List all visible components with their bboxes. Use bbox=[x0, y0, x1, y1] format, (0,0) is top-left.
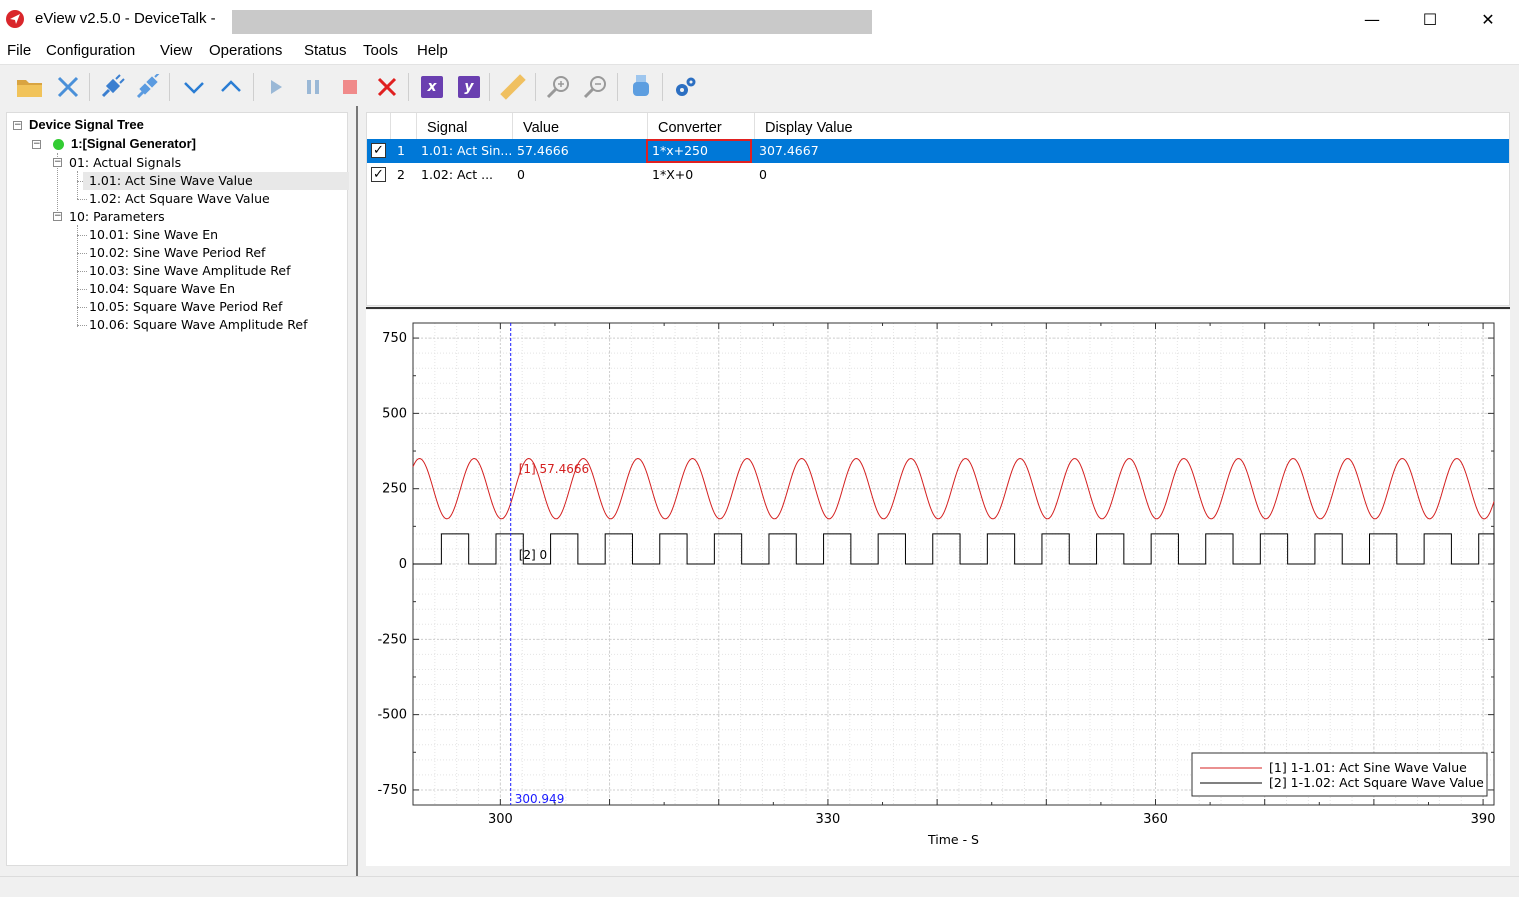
tree-group-parameters[interactable]: 10: Parameters bbox=[69, 208, 165, 226]
maximize-icon: ☐ bbox=[1422, 9, 1438, 29]
app-logo-icon bbox=[6, 10, 24, 28]
x-tick-label: 390 bbox=[1471, 812, 1496, 827]
col-header-check bbox=[367, 113, 391, 139]
close-button[interactable]: ✕ bbox=[1459, 0, 1517, 38]
ruler-icon[interactable] bbox=[499, 73, 527, 101]
maximize-button[interactable]: ☐ bbox=[1401, 0, 1459, 38]
device-signal-tree: − Device Signal Tree − 1:[Signal Generat… bbox=[6, 112, 349, 866]
tree-item-param[interactable]: 10.04: Square Wave En bbox=[89, 280, 235, 298]
settings-gears-icon[interactable] bbox=[672, 73, 700, 101]
x-tick-label: 330 bbox=[816, 812, 841, 827]
device-status-icon bbox=[53, 139, 64, 150]
collapse-device-icon[interactable]: − bbox=[32, 140, 41, 149]
x-tick-label: 300 bbox=[488, 812, 513, 827]
x-axis-icon[interactable]: x bbox=[418, 73, 446, 101]
tree-device[interactable]: 1:[Signal Generator] bbox=[71, 135, 196, 153]
y-tick-label: -750 bbox=[377, 783, 407, 798]
tree-group-actual-signals[interactable]: 01: Actual Signals bbox=[69, 154, 181, 172]
menu-bar: File Configuration View Operations Statu… bbox=[0, 38, 1519, 64]
pause-icon[interactable] bbox=[299, 73, 327, 101]
tree-root-label: Device Signal Tree bbox=[29, 117, 144, 132]
row-display-value: 0 bbox=[759, 167, 767, 182]
row-signal: 1.02: Act ... bbox=[421, 167, 494, 182]
menu-help[interactable]: Help bbox=[417, 42, 448, 59]
legend-square-label: [2] 1-1.02: Act Square Wave Value bbox=[1269, 775, 1484, 790]
tree-item-act-sine[interactable]: 1.01: Act Sine Wave Value bbox=[83, 172, 349, 190]
window-title: eView v2.5.0 - DeviceTalk - bbox=[35, 10, 216, 27]
collapse-actual-signals-icon[interactable]: − bbox=[53, 158, 62, 167]
y-tick-label: 250 bbox=[382, 482, 407, 497]
zoom-out-icon[interactable] bbox=[582, 73, 610, 101]
usb-icon[interactable] bbox=[627, 73, 655, 101]
open-folder-icon[interactable] bbox=[16, 73, 44, 101]
row-display-value: 307.4667 bbox=[759, 143, 819, 158]
col-header-display-value[interactable]: Display Value bbox=[755, 113, 955, 139]
legend-sine-label: [1] 1-1.01: Act Sine Wave Value bbox=[1269, 760, 1467, 775]
y-tick-label: 750 bbox=[382, 331, 407, 346]
signal-table: Signal Value Converter Display Value ✓ 1… bbox=[366, 112, 1510, 306]
col-header-index bbox=[391, 113, 417, 139]
y-tick-label: 0 bbox=[399, 557, 407, 572]
table-row[interactable]: ✓ 2 1.02: Act ... 0 1*X+0 0 bbox=[367, 163, 1509, 187]
col-header-signal[interactable]: Signal bbox=[417, 113, 513, 139]
y-tick-label: -500 bbox=[377, 708, 407, 723]
tree-item-act-square[interactable]: 1.02: Act Square Wave Value bbox=[89, 190, 270, 208]
collapse-parameters-icon[interactable]: − bbox=[53, 212, 62, 221]
menu-file[interactable]: File bbox=[7, 42, 31, 59]
collapse-root-icon[interactable]: − bbox=[13, 121, 22, 130]
y-tick-label: -250 bbox=[377, 632, 407, 647]
menu-configuration[interactable]: Configuration bbox=[46, 42, 135, 59]
y-axis-icon[interactable]: y bbox=[455, 73, 483, 101]
stop-icon[interactable] bbox=[336, 73, 364, 101]
tree-item-param[interactable]: 10.02: Sine Wave Period Ref bbox=[89, 244, 265, 262]
row-value: 0 bbox=[517, 167, 525, 182]
signal-chart[interactable]: 750 500 250 0 -250 -500 -750 300 330 360 390 Time -… bbox=[366, 310, 1510, 866]
row-converter[interactable]: 1*X+0 bbox=[652, 163, 693, 187]
table-divider bbox=[366, 307, 1510, 309]
row-index: 2 bbox=[397, 167, 405, 182]
minimize-button[interactable]: — bbox=[1343, 0, 1401, 38]
zoom-in-icon[interactable] bbox=[545, 73, 573, 101]
menu-status[interactable]: Status bbox=[304, 42, 347, 59]
disconnect-x-icon[interactable] bbox=[54, 73, 82, 101]
x-axis-label: Time - S bbox=[927, 832, 979, 847]
col-header-converter[interactable]: Converter bbox=[648, 113, 755, 139]
move-up-icon[interactable] bbox=[217, 73, 245, 101]
x-tick-label: 360 bbox=[1143, 812, 1168, 827]
row-value: 57.4666 bbox=[517, 143, 569, 158]
panel-splitter[interactable] bbox=[356, 106, 358, 876]
row-index: 1 bbox=[397, 143, 405, 158]
sine-value-annotation: [1] 57.4666 bbox=[519, 462, 589, 476]
minimize-icon: — bbox=[1364, 9, 1380, 29]
move-down-icon[interactable] bbox=[180, 73, 208, 101]
close-icon: ✕ bbox=[1481, 9, 1495, 29]
square-value-annotation: [2] 0 bbox=[519, 548, 547, 562]
menu-view[interactable]: View bbox=[160, 42, 192, 59]
toolbar: x y bbox=[0, 64, 1519, 106]
cursor-label: 300.949 bbox=[515, 792, 565, 806]
tree-item-param[interactable]: 10.01: Sine Wave En bbox=[89, 226, 218, 244]
tree-item-param[interactable]: 10.03: Sine Wave Amplitude Ref bbox=[89, 262, 291, 280]
title-bar: eView v2.5.0 - DeviceTalk - — ☐ ✕ bbox=[0, 0, 1519, 38]
row-checkbox[interactable]: ✓ bbox=[371, 143, 386, 158]
menu-tools[interactable]: Tools bbox=[363, 42, 398, 59]
delete-icon[interactable] bbox=[373, 73, 401, 101]
col-header-value[interactable]: Value bbox=[513, 113, 648, 139]
row-signal: 1.01: Act Sin... bbox=[421, 143, 513, 158]
disconnect-plug-icon[interactable] bbox=[134, 73, 162, 101]
table-row[interactable]: ✓ 1 1.01: Act Sin... 57.4666 1*x+250 307… bbox=[367, 139, 1509, 163]
connect-plug-icon[interactable] bbox=[98, 73, 126, 101]
row-checkbox[interactable]: ✓ bbox=[371, 167, 386, 182]
status-bar bbox=[0, 876, 1519, 897]
tree-item-param[interactable]: 10.06: Square Wave Amplitude Ref bbox=[89, 316, 307, 334]
menu-operations[interactable]: Operations bbox=[209, 42, 282, 59]
redacted-title-area bbox=[232, 10, 872, 34]
chart-canvas[interactable]: 750 500 250 0 -250 -500 -750 300 330 360 390 Time -… bbox=[366, 310, 1510, 866]
y-tick-label: 500 bbox=[382, 406, 407, 421]
tree-item-param[interactable]: 10.05: Square Wave Period Ref bbox=[89, 298, 282, 316]
play-icon[interactable] bbox=[262, 73, 290, 101]
row-converter[interactable]: 1*x+250 bbox=[652, 139, 708, 163]
